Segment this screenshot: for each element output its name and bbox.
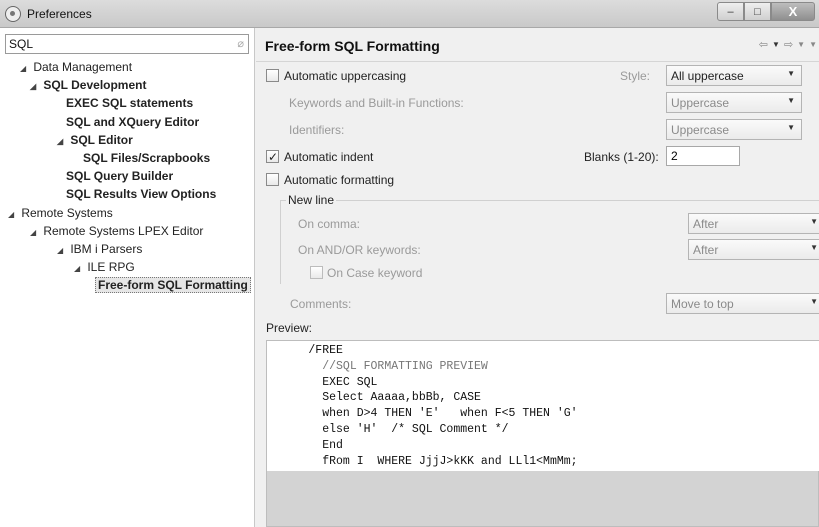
on-andor-value: After <box>693 243 719 257</box>
keywords-value: Uppercase <box>671 96 730 110</box>
chevron-down-icon: ▼ <box>787 96 795 105</box>
tree-item-label: SQL Editor <box>70 132 133 147</box>
preview-label: Preview: <box>266 321 313 335</box>
tree-item-label: Remote Systems LPEX Editor <box>43 223 204 238</box>
code-line: fRom I WHERE JjjJ>kKK and LLl1<MmMm; <box>267 454 578 468</box>
maximize-button[interactable]: □ <box>744 2 771 21</box>
comments-label: Comments: <box>290 297 352 311</box>
keywords-label: Keywords and Built-in Functions: <box>289 96 464 110</box>
clear-filter-icon[interactable]: ⌀ <box>237 37 244 50</box>
on-case-row: On Case keyword <box>310 263 510 283</box>
tree-item-label: SQL Files/Scrapbooks <box>83 150 211 165</box>
auto-formatting-row: Automatic formatting <box>266 170 566 190</box>
code-line: End <box>267 438 343 452</box>
tree-item-ibm-i-parsers[interactable]: ◢ IBM i Parsers <box>0 240 255 258</box>
code-line: Select Aaaaa,bbBb, CASE <box>267 391 481 405</box>
tree-item-sql-results-view-options[interactable]: SQL Results View Options <box>0 185 255 203</box>
tree-item-sql-query-builder[interactable]: SQL Query Builder <box>0 167 255 185</box>
identifiers-dropdown[interactable]: Uppercase ▼ <box>666 119 802 140</box>
tree-item-sql-xquery-editor[interactable]: SQL and XQuery Editor <box>0 113 255 131</box>
on-case-label: On Case keyword <box>327 266 423 280</box>
code-line: EXEC SQL <box>267 375 378 389</box>
filter-field[interactable]: ⌀ <box>5 34 249 54</box>
tree-item-label: SQL Development <box>43 78 147 93</box>
tree-item-sql-files-scrapbooks[interactable]: SQL Files/Scrapbooks <box>0 149 255 167</box>
auto-formatting-label: Automatic formatting <box>284 173 395 187</box>
page-navigation: ⇦ ▼ ⇨ ▼ ▼ <box>759 38 817 51</box>
view-menu-icon[interactable]: ▼ <box>809 38 817 51</box>
preference-page: Free-form SQL Formatting ⇦ ▼ ⇨ ▼ ▼ Autom… <box>256 28 819 527</box>
auto-uppercasing-label: Automatic uppercasing <box>284 69 407 83</box>
identifiers-value: Uppercase <box>671 123 730 137</box>
window-controls: – □ X <box>717 2 815 22</box>
window-title: Preferences <box>27 7 92 21</box>
code-line: else 'H' /* SQL Comment */ <box>267 422 509 436</box>
minimize-button[interactable]: – <box>717 2 744 21</box>
tree-item-label: EXEC SQL statements <box>66 96 194 111</box>
code-line: when D>4 THEN 'E' when F<5 THEN 'G' <box>267 407 578 421</box>
tree-item-free-form-sql-formatting[interactable]: Free-form SQL Formatting <box>0 276 255 294</box>
on-comma-label: On comma: <box>298 217 361 231</box>
preview-code: /FREE //SQL FORMATTING PREVIEW EXEC SQL … <box>267 341 819 471</box>
tree-item-label: Free-form SQL Formatting <box>95 277 251 294</box>
tree-item-label: SQL Query Builder <box>66 169 174 184</box>
style-label: Style: <box>620 69 651 83</box>
on-comma-dropdown[interactable]: After ▼ <box>688 213 819 234</box>
style-value: All uppercase <box>671 69 744 83</box>
chevron-down-icon: ▼ <box>787 123 795 132</box>
tree-item-remote-systems[interactable]: ◢ Remote Systems <box>0 204 255 222</box>
blanks-input[interactable] <box>667 147 739 165</box>
identifiers-label: Identifiers: <box>289 123 345 137</box>
auto-indent-label: Automatic indent <box>284 150 374 164</box>
chevron-down-icon: ▼ <box>810 243 818 252</box>
on-andor-label: On AND/OR keywords: <box>298 243 421 257</box>
tree-item-sql-editor[interactable]: ◢ SQL Editor <box>0 131 255 149</box>
tree-item-label: Remote Systems <box>21 205 113 220</box>
tree-item-label: ILE RPG <box>87 260 135 275</box>
tree-item-label: SQL Results View Options <box>66 187 217 202</box>
chevron-down-icon: ▼ <box>787 69 795 78</box>
app-icon <box>5 6 21 22</box>
tree-item-exec-sql-statements[interactable]: EXEC SQL statements <box>0 94 255 112</box>
tree-item-ile-rpg[interactable]: ◢ ILE RPG <box>0 258 255 276</box>
tree-item-label: Data Management <box>33 60 133 74</box>
chevron-down-icon: ▼ <box>810 297 818 306</box>
tree-item-remote-systems-lpex-editor[interactable]: ◢ Remote Systems LPEX Editor <box>0 222 255 240</box>
auto-uppercasing-checkbox[interactable] <box>266 69 279 82</box>
back-menu-icon[interactable]: ▼ <box>772 38 780 51</box>
page-header: Free-form SQL Formatting ⇦ ▼ ⇨ ▼ ▼ <box>256 28 819 62</box>
auto-formatting-checkbox[interactable] <box>266 173 279 186</box>
preview-area[interactable]: /FREE //SQL FORMATTING PREVIEW EXEC SQL … <box>266 340 819 527</box>
back-arrow-icon[interactable]: ⇦ <box>759 38 768 51</box>
tree-item-sql-development[interactable]: ◢ SQL Development <box>0 76 255 94</box>
forward-menu-icon[interactable]: ▼ <box>797 38 805 51</box>
auto-indent-checkbox[interactable] <box>266 147 279 167</box>
new-line-title: New line <box>286 190 337 210</box>
comments-dropdown[interactable]: Move to top ▼ <box>666 293 819 314</box>
on-andor-dropdown[interactable]: After ▼ <box>688 239 819 260</box>
style-dropdown[interactable]: All uppercase ▼ <box>666 65 802 86</box>
forward-arrow-icon[interactable]: ⇨ <box>784 38 793 51</box>
title-bar: Preferences – □ X <box>0 0 819 28</box>
preference-tree: ◢ Data Management ◢ SQL Development EXEC… <box>0 58 255 294</box>
filter-input[interactable] <box>6 35 226 53</box>
on-comma-value: After <box>693 217 719 231</box>
auto-indent-row: Automatic indent Blanks (1-20): <box>266 147 666 167</box>
blanks-field[interactable] <box>666 146 740 166</box>
tree-item-label: SQL and XQuery Editor <box>66 114 200 129</box>
tree-item-data-management[interactable]: ◢ Data Management <box>0 58 255 76</box>
close-button[interactable]: X <box>771 2 815 21</box>
keywords-dropdown[interactable]: Uppercase ▼ <box>666 92 802 113</box>
on-case-checkbox[interactable] <box>310 266 323 279</box>
code-line: /FREE <box>267 344 343 357</box>
blanks-label: Blanks (1-20): <box>584 150 659 164</box>
comments-value: Move to top <box>671 297 734 311</box>
chevron-down-icon: ▼ <box>810 217 818 226</box>
page-title: Free-form SQL Formatting <box>265 38 440 54</box>
tree-item-label: IBM i Parsers <box>70 241 143 256</box>
preference-tree-pane: ⌀ ◢ Data Management ◢ SQL Development EX… <box>0 28 255 527</box>
code-line: //SQL FORMATTING PREVIEW <box>267 359 488 373</box>
